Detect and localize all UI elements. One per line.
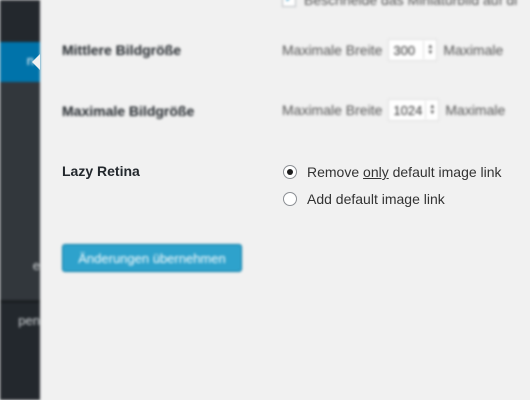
large-width-label: Maximale Breite [282,102,383,118]
medium-size-fields: Maximale Breite 300 ▲ ▼ Maximale [282,39,503,61]
lazy-retina-label: Lazy Retina [62,163,140,179]
crop-thumbnail-label: Beschneide das Miniaturbild auf di [304,0,518,8]
medium-height-label: Maximale [443,42,504,58]
medium-width-input[interactable]: 300 ▲ ▼ [388,39,438,61]
spinner-arrows-icon[interactable]: ▲ ▼ [425,101,438,119]
spinner-arrows-icon[interactable]: ▲ ▼ [423,41,436,59]
large-size-label: Maximale Bildgröße [62,103,195,119]
sidebar-separator [0,300,40,303]
option-text-prefix: Remove [307,164,364,180]
medium-size-label: Mittlere Bildgröße [62,42,182,58]
large-height-label: Maximale [445,102,506,118]
remove-default-link-option[interactable]: Remove only default image link [283,164,502,180]
medium-width-value: 300 [393,42,416,58]
sidebar-item[interactable]: e [0,258,40,273]
sidebar-item-label: e [32,258,40,273]
crop-thumbnail-checkbox[interactable]: ✓ [282,0,296,7]
large-size-fields: Maximale Breite 1024 ▲ ▼ Maximale [282,99,505,121]
add-default-link-option[interactable]: Add default image link [283,191,445,207]
sidebar-item[interactable]: pen [0,313,40,328]
option-text-emphasis: only [363,164,389,180]
save-changes-button[interactable]: Änderungen übernehmen [62,244,242,272]
large-width-input[interactable]: 1024 ▲ ▼ [388,99,440,121]
remove-default-link-radio[interactable] [283,165,297,179]
sidebar-item-label: pen [18,313,40,328]
add-default-link-radio[interactable] [283,192,297,206]
add-default-link-label: Add default image link [307,191,445,207]
medium-width-label: Maximale Breite [282,42,383,58]
option-text-suffix: default image link [388,164,502,180]
crop-thumbnail-option[interactable]: ✓ Beschneide das Miniaturbild auf di [282,0,517,8]
remove-default-link-label: Remove only default image link [307,164,502,180]
large-width-value: 1024 [393,102,423,118]
active-menu-arrow [32,54,40,70]
